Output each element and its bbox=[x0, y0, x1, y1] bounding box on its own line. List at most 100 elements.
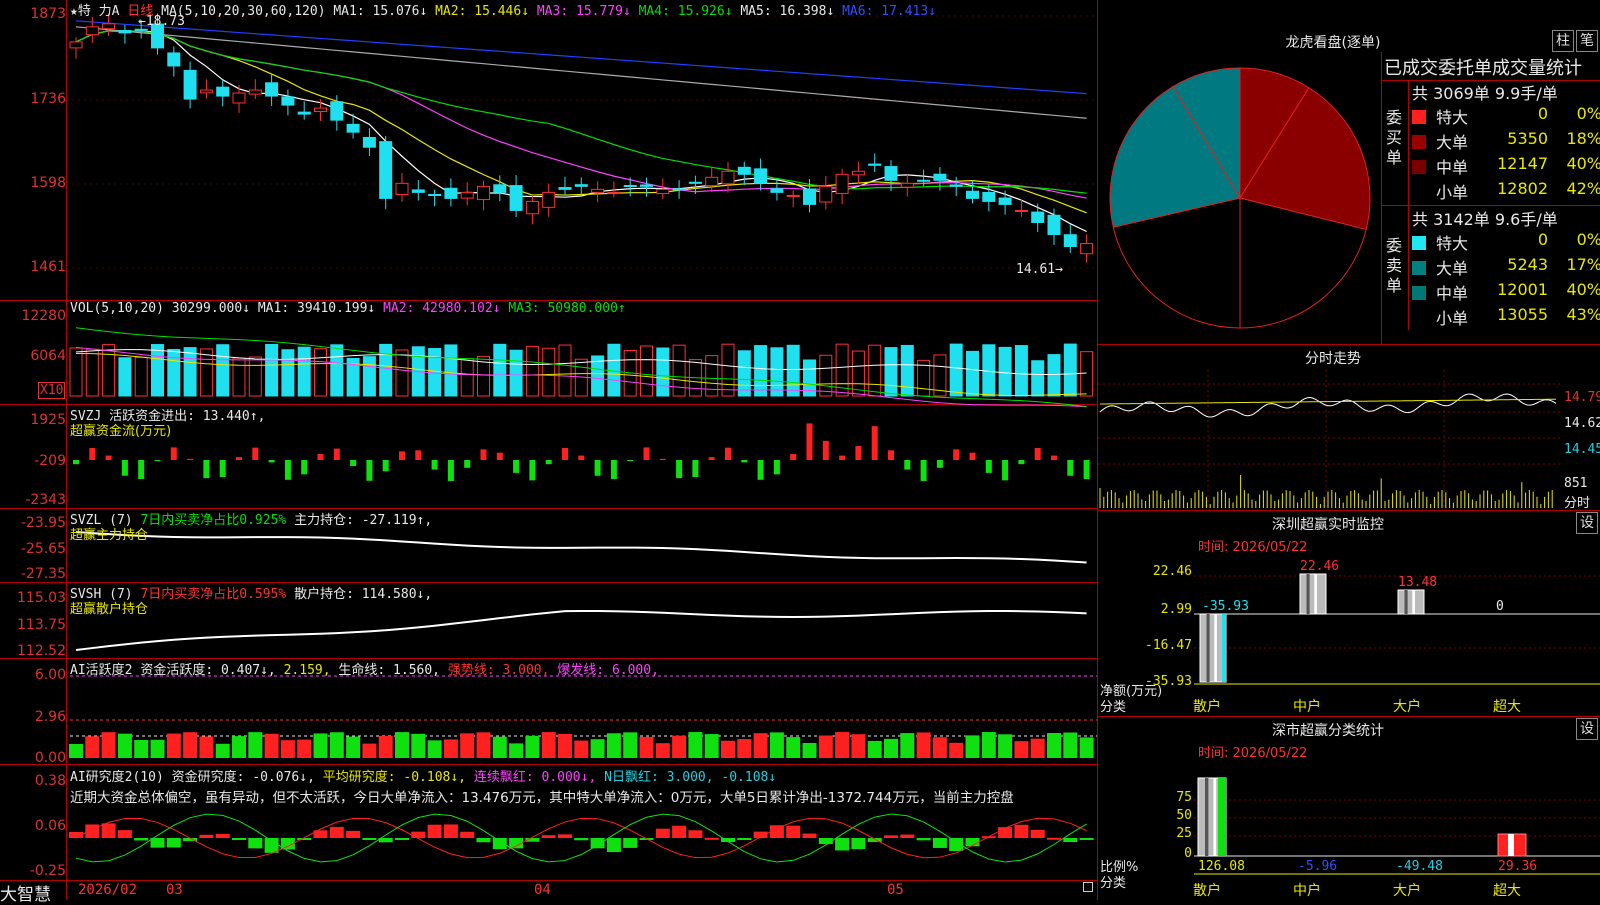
classify-bar-retail-stripe bbox=[1205, 778, 1209, 856]
ai2-ytick-1: 0.06 bbox=[34, 818, 66, 834]
candle-body bbox=[900, 182, 914, 188]
fund-flow-bar bbox=[806, 423, 813, 460]
fund-flow-bar bbox=[741, 460, 748, 463]
volume-bar bbox=[118, 357, 132, 397]
research-bar bbox=[655, 828, 670, 838]
volume-bar bbox=[966, 350, 979, 397]
svzl-ytick-1: -25.65 bbox=[20, 541, 66, 557]
activity-bar bbox=[753, 733, 768, 758]
activity-bar bbox=[215, 743, 230, 758]
volume-bar bbox=[297, 346, 311, 397]
color-swatch bbox=[1412, 311, 1426, 325]
monitor-bar-mid bbox=[1299, 573, 1327, 615]
classify-title: 深市超赢分类统计 bbox=[1272, 723, 1384, 739]
color-swatch bbox=[1412, 261, 1426, 275]
volume-bar bbox=[672, 344, 686, 397]
monitor-bar-retail-stripe bbox=[1214, 614, 1217, 682]
activity-bar bbox=[932, 737, 947, 758]
candle-body bbox=[966, 190, 979, 199]
monitor-category-label: 超大 bbox=[1493, 699, 1521, 715]
fund-flow-bar bbox=[121, 460, 128, 476]
fund-flow-bar bbox=[676, 460, 683, 479]
research-bar bbox=[916, 838, 931, 841]
main-chart-area[interactable]: ★特 力A 日线 MA(5,10,20,30,60,120) MA1: 15.0… bbox=[0, 0, 1098, 905]
activity-bar bbox=[134, 739, 149, 758]
ai2-ytick-0: 0.38 bbox=[34, 773, 66, 789]
fund-flow-bar bbox=[790, 454, 797, 460]
fund-flow-bar bbox=[415, 450, 422, 460]
activity-bar bbox=[606, 733, 621, 758]
order-size-name: 特大 bbox=[1436, 234, 1469, 253]
monitor-bar-large-stripe bbox=[1404, 590, 1408, 614]
candle-body bbox=[444, 187, 458, 199]
research-bar bbox=[900, 834, 915, 838]
volume-bar bbox=[248, 356, 262, 397]
ai1-v2: 2.159, bbox=[283, 663, 331, 678]
retail-line bbox=[75, 610, 1087, 651]
monitor-settings-button[interactable]: 设 bbox=[1576, 512, 1598, 534]
order-size-name: 小单 bbox=[1436, 309, 1469, 328]
fund-flow-bar bbox=[1083, 460, 1090, 480]
fund-flow-bar bbox=[399, 451, 405, 460]
ai1-ytick-2: 0.00 bbox=[34, 750, 66, 766]
candle-body bbox=[558, 187, 572, 190]
activity-bar bbox=[1030, 738, 1045, 758]
classify-value-label: 126.08 bbox=[1198, 859, 1245, 874]
activity-bar bbox=[916, 732, 931, 758]
candle-body bbox=[640, 184, 653, 187]
fund-flow-bar bbox=[105, 455, 112, 460]
activity-bar bbox=[232, 736, 246, 758]
classify-bar-retail-stripe bbox=[1213, 778, 1217, 856]
vol-unit: X10 bbox=[38, 382, 66, 399]
svsh-ytick-2: 112.52 bbox=[17, 643, 66, 659]
bar-mode-button[interactable]: 柱 bbox=[1552, 30, 1574, 52]
volume-bar bbox=[1014, 345, 1028, 397]
stock-name[interactable]: ★特 力A bbox=[70, 4, 119, 19]
volume-bar bbox=[134, 356, 148, 397]
candle-body bbox=[574, 184, 588, 187]
ai2-comment: 近期大资金总体偏空，虽有异动，但不太活跃，今日大单净流入：13.476万元，其中… bbox=[70, 790, 1014, 806]
vol-header: VOL(5,10,20) 30299.000↓ MA1: 39410.199↓ … bbox=[70, 301, 626, 316]
main-force-line bbox=[75, 531, 1087, 564]
activity-bar bbox=[460, 733, 475, 758]
vol-ma2: MA2: 42980.102↓ bbox=[383, 301, 501, 316]
classify-settings-button[interactable]: 设 bbox=[1576, 718, 1598, 740]
classify-ytick-0: 75 bbox=[1176, 790, 1192, 805]
activity-bar bbox=[395, 732, 409, 758]
lock-icon[interactable] bbox=[1083, 882, 1093, 892]
candle-body bbox=[509, 185, 523, 211]
volume-bar bbox=[737, 350, 751, 397]
volume-bar bbox=[949, 343, 963, 397]
monitor-bar-retail-edge bbox=[1222, 614, 1226, 682]
classify-ytick-2: 25 bbox=[1176, 826, 1192, 841]
volume-bar bbox=[395, 349, 409, 397]
order-size-value: 12001 bbox=[1497, 280, 1548, 299]
monitor-ytick-1: 2.99 bbox=[1160, 602, 1192, 617]
order-size-name: 中单 bbox=[1436, 158, 1469, 177]
sell-stat-row: 中单 12001 40% bbox=[1412, 280, 1600, 304]
fund-flow-bar bbox=[1067, 460, 1074, 476]
svzj-ytick-2: -2343 bbox=[25, 492, 66, 508]
fund-flow-bar bbox=[431, 460, 438, 470]
fund-flow-bar bbox=[1051, 455, 1057, 460]
volume-bar bbox=[265, 343, 279, 397]
fund-flow-bar bbox=[773, 460, 780, 475]
ma2-value: MA2: 15.446↓ bbox=[435, 4, 530, 19]
candle-body bbox=[281, 96, 295, 106]
activity-bar bbox=[998, 734, 1013, 758]
fund-flow-bar bbox=[366, 460, 373, 481]
research-bar bbox=[802, 833, 817, 838]
ma5-value: MA5: 16.398↓ bbox=[740, 4, 835, 19]
fund-flow-bar bbox=[350, 460, 357, 467]
fund-flow-bar bbox=[1034, 448, 1041, 460]
activity-bar bbox=[101, 732, 116, 758]
research-bar bbox=[85, 824, 100, 838]
candle-body bbox=[542, 191, 556, 208]
candle-body bbox=[819, 185, 833, 203]
xaxis-label-3: 05 bbox=[887, 882, 904, 898]
candle-body bbox=[411, 189, 425, 193]
tick-mode-button[interactable]: 笔 bbox=[1576, 30, 1598, 52]
volume-bar bbox=[770, 347, 784, 397]
buy-total: 共 3069单 9.9手/单 bbox=[1412, 84, 1558, 103]
activity-bar bbox=[69, 744, 83, 758]
